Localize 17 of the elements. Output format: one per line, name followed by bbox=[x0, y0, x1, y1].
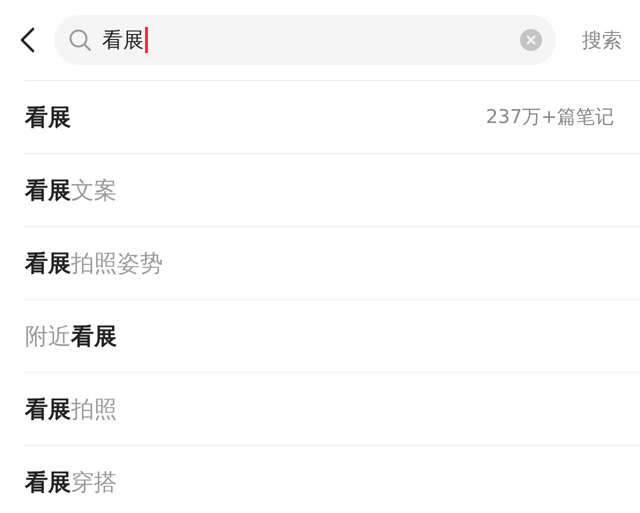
search-icon bbox=[68, 28, 92, 52]
suggestion-item[interactable]: 附近看展 bbox=[25, 299, 640, 372]
suggestion-text: 看展拍照 bbox=[25, 396, 117, 424]
suggestion-item[interactable]: 看展穿搭 bbox=[25, 445, 640, 513]
search-button[interactable]: 搜索 bbox=[570, 26, 622, 54]
suggestion-item[interactable]: 看展拍照姿势 bbox=[25, 226, 640, 299]
suggestion-text: 看展穿搭 bbox=[25, 468, 117, 498]
suggestion-text: 看展拍照姿势 bbox=[25, 250, 163, 278]
search-field[interactable]: 看展 bbox=[54, 15, 556, 65]
note-count: 237万+篇笔记 bbox=[486, 105, 614, 130]
suggestion-text: 看展文案 bbox=[25, 176, 117, 206]
suggestion-text: 附近看展 bbox=[25, 322, 117, 352]
suggestion-item[interactable]: 看展 237万+篇笔记 bbox=[25, 80, 640, 153]
suggestion-text: 看展 bbox=[25, 104, 71, 132]
suggestion-item[interactable]: 看展文案 bbox=[25, 153, 640, 226]
suggestion-item[interactable]: 看展拍照 bbox=[25, 372, 640, 445]
search-text: 看展 bbox=[102, 27, 144, 54]
